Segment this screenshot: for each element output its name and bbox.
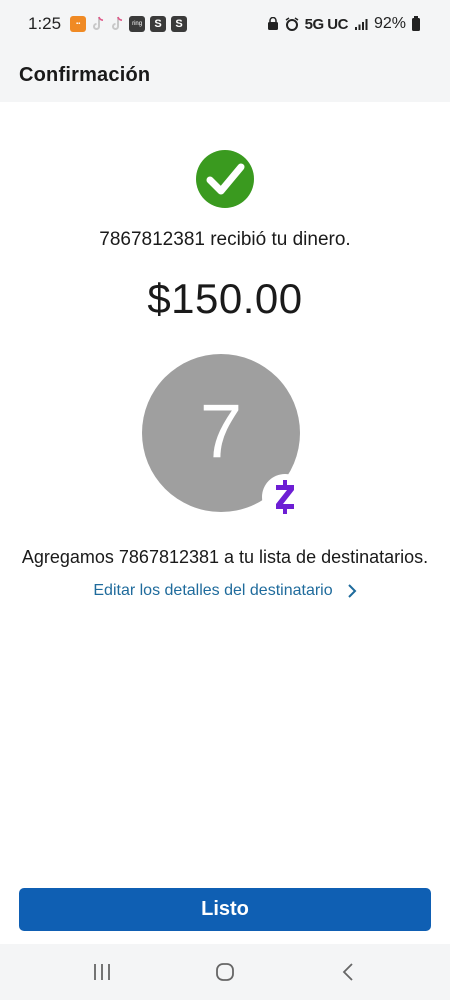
recents-icon	[93, 964, 110, 980]
status-right: 5G UC 92%	[267, 15, 420, 33]
edit-recipient-label: Editar los detalles del destinatario	[93, 582, 333, 599]
network-type: 5G UC	[304, 15, 349, 33]
system-nav-bar	[0, 944, 450, 1000]
header: Confirmación	[0, 48, 450, 102]
back-button[interactable]	[328, 952, 368, 992]
status-time: 1:25	[28, 14, 62, 33]
ring-app-icon: ring	[129, 16, 146, 32]
status-left: 1:25 ▪▪ ring S S	[28, 14, 188, 34]
battery-percent: 92%	[373, 15, 406, 32]
home-icon	[216, 963, 234, 981]
received-message: 7867812381 recibió tu dinero.	[99, 229, 351, 250]
s-app-icon-2: S	[171, 16, 188, 32]
recents-button[interactable]	[82, 952, 122, 992]
confirmation-content: 7867812381 recibió tu dinero. $150.00 7 …	[0, 102, 450, 944]
added-message: Agregamos 7867812381 a tu lista de desti…	[21, 547, 429, 567]
tiktok-icon-2	[112, 16, 123, 30]
home-button[interactable]	[205, 952, 245, 992]
amount: $150.00	[147, 275, 303, 322]
done-button[interactable]: Listo	[19, 888, 431, 931]
page-title: Confirmación	[19, 63, 151, 86]
shopping-app-icon: ▪▪	[70, 16, 87, 32]
alarm-icon	[285, 17, 299, 31]
signal-icon	[354, 18, 368, 30]
battery-icon	[412, 15, 420, 31]
back-icon	[343, 963, 353, 981]
lock-icon	[267, 17, 278, 30]
avatar-initial: 7	[199, 388, 243, 474]
tiktok-icon	[93, 16, 104, 30]
zelle-logo-icon	[276, 480, 294, 514]
edit-recipient-link[interactable]: Editar los detalles del destinatario	[0, 582, 450, 600]
status-bar: 1:25 ▪▪ ring S S 5G UC 92%	[0, 0, 450, 48]
check-circle-icon	[196, 150, 254, 208]
zelle-badge	[262, 474, 308, 520]
s-app-icon: S	[150, 16, 167, 32]
chevron-right-icon	[347, 584, 357, 598]
